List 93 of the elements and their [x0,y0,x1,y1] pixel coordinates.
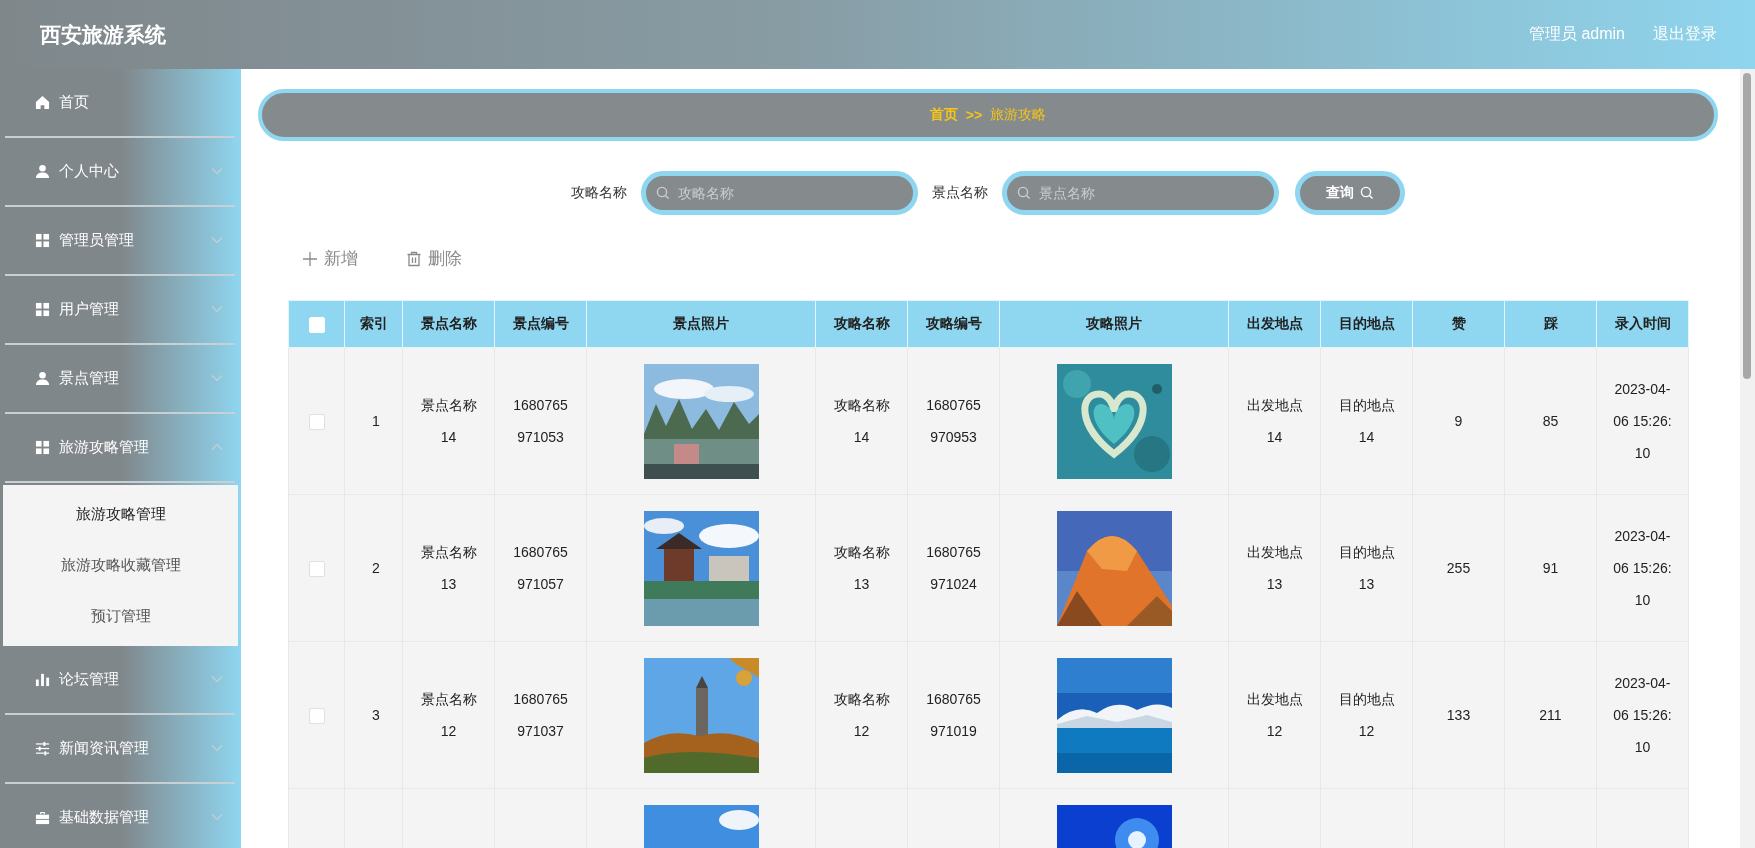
menu-item[interactable]: 首页 [5,69,235,138]
grid-icon [35,233,50,248]
column-header: 索引 [344,300,403,348]
app-title: 西安旅游系统 [40,21,166,48]
table-cell-text: 目的地点13 [1337,543,1396,594]
chevron-icon [211,305,223,313]
column-header: 出发地点 [1228,300,1321,348]
search-field[interactable]: 景点名称 [1002,171,1279,215]
table-cell-text: 2023-04-06 15:26:10 [1612,674,1673,757]
user-name: 管理员 admin [1528,24,1625,44]
bar-chart-icon [35,672,50,687]
menu-item[interactable]: 管理员管理 [5,207,235,276]
column-header: 攻略照片 [999,300,1229,348]
briefcase-icon [35,810,50,825]
table-cell-text: 255 [1445,559,1472,578]
table-cell-text: 攻略名称12 [832,690,891,741]
chevron-icon [211,675,223,683]
menu-item[interactable]: 旅游攻略管理 [5,414,235,483]
column-header: 景点编号 [494,300,587,348]
grid-icon [35,440,50,455]
table-cell-text: 攻略名称13 [832,543,891,594]
table-cell-text: 1680765971057 [512,543,569,594]
table-cell-text: 1680765971053 [512,396,569,447]
column-header: 景点照片 [586,300,816,348]
row-checkbox[interactable] [308,707,325,724]
table-cell-text: 景点名称14 [419,396,478,447]
column-header: 目的地点 [1320,300,1413,348]
breadcrumb-home-link[interactable]: 首页 [929,106,958,124]
column-header: 景点名称 [402,300,495,348]
plus-icon [302,250,318,267]
query-button[interactable]: 查询 [1295,171,1405,215]
home-icon [35,95,50,110]
sliders-icon [35,741,50,756]
menu-item[interactable]: 用户管理 [5,276,235,345]
table-cell-text: 133 [1445,706,1472,725]
table-cell-text: 出发地点12 [1245,690,1304,741]
add-button[interactable]: 新增 [298,243,362,274]
menu-item[interactable]: 新闻资讯管理 [5,715,235,784]
table-cell-text: 1 [371,412,381,431]
row-checkbox[interactable] [308,413,325,430]
menu-item[interactable]: 论坛管理 [5,646,235,715]
table-cell-text: 出发地点14 [1245,396,1304,447]
table-cell-text: 211 [1538,706,1563,725]
table-cell-text: 2023-04-06 15:26:10 [1612,380,1673,463]
grid-icon [35,302,50,317]
table-cell-text: 2023-04-06 15:26:10 [1612,527,1673,610]
search-icon [656,186,670,200]
column-header: 录入时间 [1596,300,1689,348]
menu-item[interactable]: 景点管理 [5,345,235,414]
column-header: 攻略编号 [907,300,1000,348]
table-cell-text: 2 [371,559,381,578]
breadcrumb-current: 旅游攻略 [990,106,1047,124]
table-cell-text: 攻略名称14 [832,396,891,447]
table-cell-text: 景点名称13 [419,543,478,594]
delete-button[interactable]: 删除 [402,243,466,274]
table-cell-text: 目的地点12 [1337,690,1396,741]
table-cell-text: 3 [371,706,381,725]
row-checkbox[interactable] [308,560,325,577]
table-cell-text: 91 [1541,559,1560,578]
table-cell-text: 1680765971024 [925,543,982,594]
submenu-item[interactable]: 旅游攻略收藏管理 [3,540,238,591]
select-all-checkbox[interactable] [308,316,325,333]
search-field[interactable]: 攻略名称 [641,171,918,215]
table-cell-text: 出发地点13 [1245,543,1304,594]
submenu-item[interactable]: 预订管理 [3,591,238,642]
table-cell-text: 目的地点14 [1337,396,1396,447]
column-header: 踩 [1504,300,1597,348]
chevron-icon [211,744,223,752]
table-cell-text: 1680765971019 [925,690,982,741]
chevron-icon [211,167,223,175]
column-header: 攻略名称 [815,300,908,348]
user-icon [35,371,50,386]
chevron-icon [211,443,223,451]
menu-item[interactable]: 个人中心 [5,138,235,207]
chevron-icon [211,813,223,821]
chevron-icon [211,236,223,244]
field-label: 景点名称 [932,184,988,202]
table-cell-text: 9 [1453,412,1464,431]
user-icon [35,164,50,179]
search-icon [1017,186,1031,200]
search-icon [1360,186,1374,200]
column-header: 赞 [1412,300,1505,348]
table-cell-text: 1680765970953 [925,396,982,447]
breadcrumb-separator: >> [965,107,983,123]
trash-icon [406,250,422,267]
menu-item[interactable]: 基础数据管理 [5,784,235,848]
chevron-icon [211,374,223,382]
table-cell-text: 85 [1541,412,1560,431]
table-cell-text: 景点名称12 [419,690,478,741]
scrollbar-thumb[interactable] [1743,73,1751,379]
table-cell-text: 1680765971037 [512,690,569,741]
field-label: 攻略名称 [571,184,627,202]
submenu-item[interactable]: 旅游攻略管理 [3,489,238,540]
